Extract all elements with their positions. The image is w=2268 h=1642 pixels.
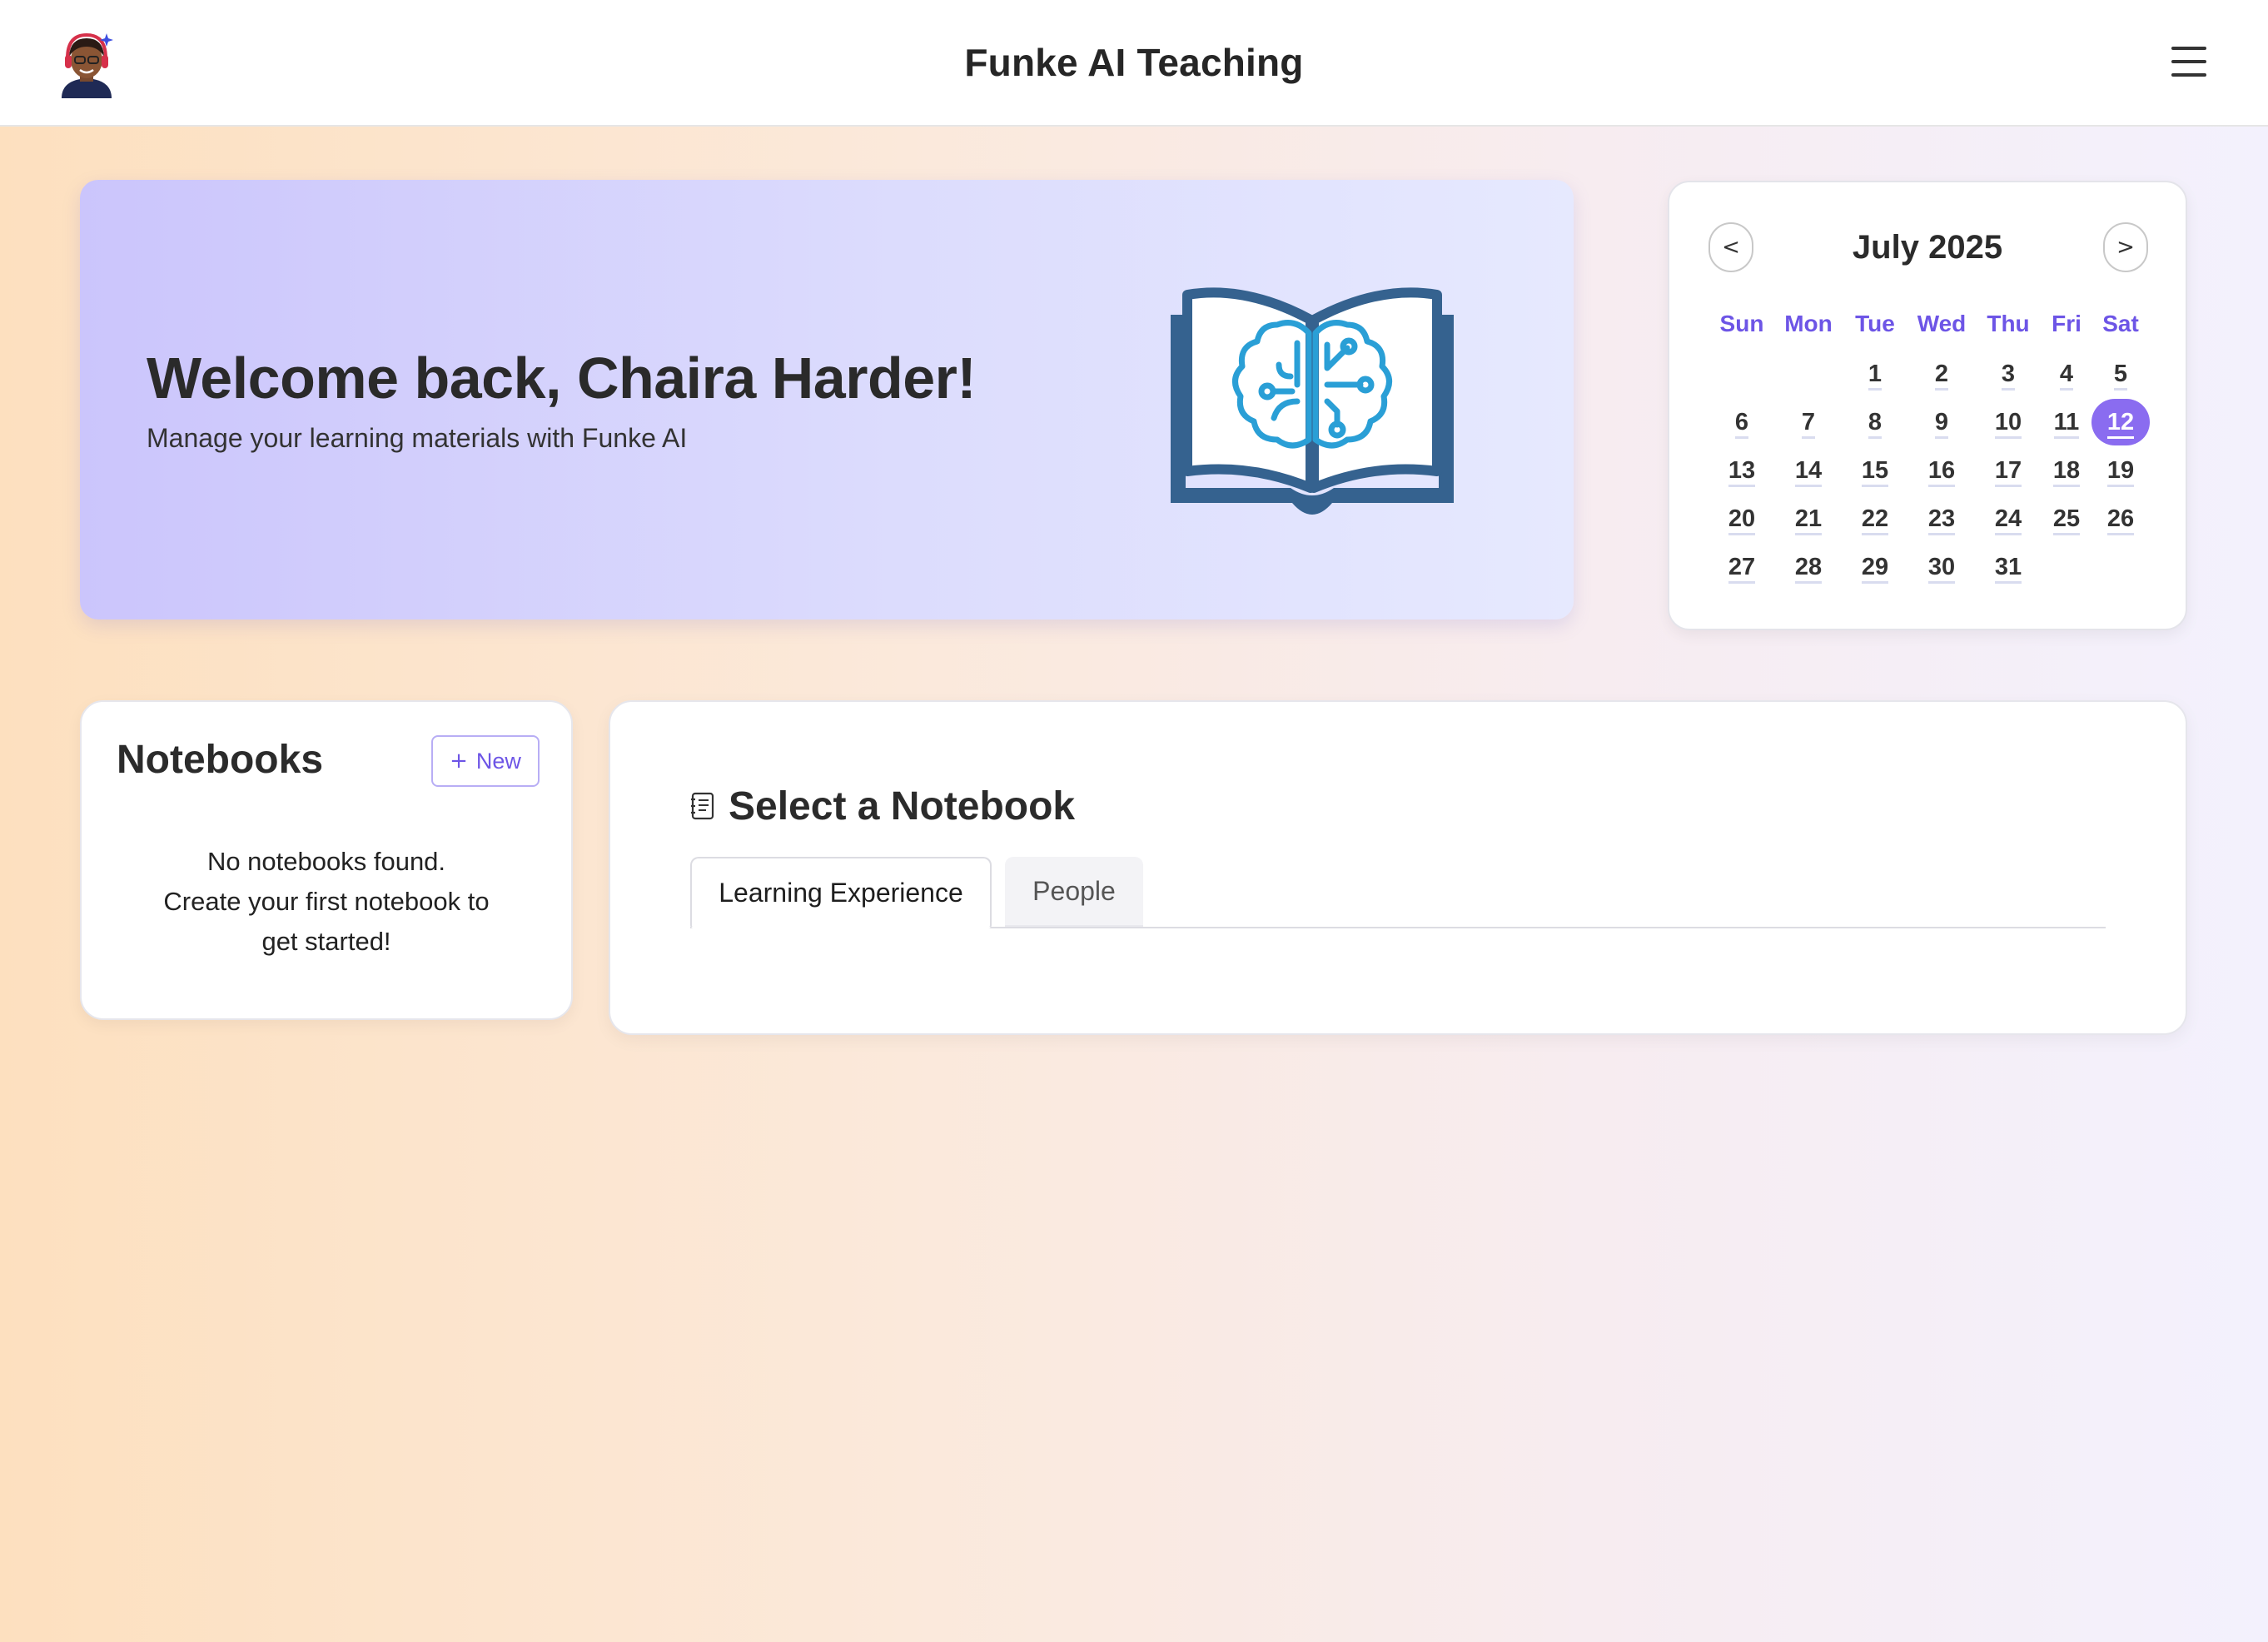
notebooks-title: Notebooks xyxy=(117,738,324,782)
calendar-day-label: 15 xyxy=(1861,456,1889,487)
calendar-day-label: 22 xyxy=(1861,505,1889,535)
calendar-day-label: 7 xyxy=(1801,408,1816,439)
calendar-day-15[interactable]: 15 xyxy=(1848,449,1902,492)
calendar-day-29[interactable]: 29 xyxy=(1848,545,1902,589)
calendar-day-label: 16 xyxy=(1927,456,1956,487)
calendar-day-1[interactable]: 1 xyxy=(1848,352,1902,396)
calendar-day-2[interactable]: 2 xyxy=(1915,352,1968,396)
notebook-icon xyxy=(690,792,715,820)
calendar-day-label: 9 xyxy=(1934,408,1949,439)
empty-message-line: No notebooks found. xyxy=(206,847,446,876)
top-header: Funke AI Teaching xyxy=(0,0,2268,127)
calendar-widget: < July 2025 > Sun Mon Tue Wed Thu Fri Sat 1 2 3 4 5… xyxy=(1668,181,2187,630)
calendar-day-13[interactable]: 13 xyxy=(1715,449,1768,492)
calendar-day-5[interactable]: 5 xyxy=(2094,352,2147,396)
book-brain-icon xyxy=(1171,285,1454,535)
calendar-day-label: 27 xyxy=(1728,553,1756,584)
calendar-day-16[interactable]: 16 xyxy=(1915,449,1968,492)
calendar-day-23[interactable]: 23 xyxy=(1915,497,1968,540)
tab-learning-experience[interactable]: Learning Experience xyxy=(690,857,992,928)
notebooks-empty-message: No notebooks found. Create your first no… xyxy=(98,842,555,962)
new-notebook-button[interactable]: + New xyxy=(431,735,540,787)
empty-message-line: Create your first notebook to xyxy=(163,887,490,916)
calendar-grid: Sun Mon Tue Wed Thu Fri Sat 1 2 3 4 5 6 7 8 9 10 11 12 13 14… xyxy=(1669,182,2186,629)
calendar-day-label: 23 xyxy=(1927,505,1956,535)
calendar-day-label: 21 xyxy=(1794,505,1823,535)
calendar-day-label: 19 xyxy=(2106,456,2135,487)
calendar-day-9[interactable]: 9 xyxy=(1915,401,1968,444)
calendar-day-label: 17 xyxy=(1994,456,2022,487)
hamburger-menu-icon[interactable] xyxy=(2171,47,2206,77)
calendar-day-7[interactable]: 7 xyxy=(1782,401,1835,444)
calendar-day-30[interactable]: 30 xyxy=(1915,545,1968,589)
app-title: Funke AI Teaching xyxy=(964,41,1304,84)
calendar-day-label: 14 xyxy=(1794,456,1823,487)
calendar-day-3[interactable]: 3 xyxy=(1982,352,2035,396)
calendar-day-14[interactable]: 14 xyxy=(1782,449,1835,492)
calendar-day-label: 5 xyxy=(2113,360,2128,391)
calendar-day-26[interactable]: 26 xyxy=(2094,497,2147,540)
calendar-day-label: 13 xyxy=(1728,456,1756,487)
calendar-day-8[interactable]: 8 xyxy=(1848,401,1902,444)
calendar-weekday-thu: Thu xyxy=(1987,311,2030,336)
calendar-day-label: 10 xyxy=(1994,408,2022,439)
calendar-weekday-mon: Mon xyxy=(1784,311,1833,336)
calendar-day-label: 26 xyxy=(2106,505,2135,535)
calendar-day-label: 8 xyxy=(1868,408,1883,439)
select-notebook-title: Select a Notebook xyxy=(729,784,1076,828)
calendar-day-19[interactable]: 19 xyxy=(2094,449,2147,492)
calendar-day-label: 2 xyxy=(1934,360,1949,391)
calendar-day-label: 28 xyxy=(1794,553,1823,584)
calendar-day-label: 4 xyxy=(2059,360,2074,391)
calendar-day-31[interactable]: 31 xyxy=(1982,545,2035,589)
calendar-day-10[interactable]: 10 xyxy=(1982,401,2035,444)
calendar-weekday-tue: Tue xyxy=(1855,311,1895,336)
tab-people[interactable]: People xyxy=(1005,857,1143,927)
calendar-day-label: 24 xyxy=(1994,505,2022,535)
welcome-banner: Welcome back, Chaira Harder! Manage your… xyxy=(80,180,1574,619)
new-notebook-label: New xyxy=(475,748,521,774)
calendar-day-12[interactable]: 12 xyxy=(2091,399,2150,445)
calendar-day-label: 18 xyxy=(2052,456,2081,487)
calendar-day-label: 11 xyxy=(2053,408,2080,439)
calendar-day-label: 29 xyxy=(1861,553,1889,584)
empty-message-line: get started! xyxy=(261,927,391,956)
calendar-day-label: 30 xyxy=(1927,553,1956,584)
notebooks-panel: Notebooks + New No notebooks found. Crea… xyxy=(80,700,573,1020)
notebook-detail-panel: Select a Notebook Learning Experience Pe… xyxy=(609,700,2187,1035)
calendar-day-label: 31 xyxy=(1994,553,2022,584)
calendar-day-label: 1 xyxy=(1868,360,1883,391)
calendar-day-11[interactable]: 11 xyxy=(2040,401,2093,444)
calendar-day-28[interactable]: 28 xyxy=(1782,545,1835,589)
calendar-day-label: 20 xyxy=(1728,505,1756,535)
calendar-day-25[interactable]: 25 xyxy=(2040,497,2093,540)
calendar-day-17[interactable]: 17 xyxy=(1982,449,2035,492)
calendar-day-22[interactable]: 22 xyxy=(1848,497,1902,540)
calendar-day-label: 12 xyxy=(2106,408,2135,439)
calendar-weekday-sat: Sat xyxy=(2102,311,2139,336)
welcome-subtitle: Manage your learning materials with Funk… xyxy=(147,423,688,453)
calendar-day-27[interactable]: 27 xyxy=(1715,545,1768,589)
calendar-day-20[interactable]: 20 xyxy=(1715,497,1768,540)
notebook-tabs: Learning Experience People xyxy=(690,857,2106,928)
calendar-weekday-sun: Sun xyxy=(1719,311,1764,336)
plus-icon: + xyxy=(450,749,468,774)
calendar-day-6[interactable]: 6 xyxy=(1715,401,1768,444)
welcome-title: Welcome back, Chaira Harder! xyxy=(147,346,977,410)
calendar-weekday-wed: Wed xyxy=(1917,311,1967,336)
calendar-day-label: 25 xyxy=(2052,505,2081,535)
calendar-day-18[interactable]: 18 xyxy=(2040,449,2093,492)
calendar-day-label: 6 xyxy=(1734,408,1749,439)
calendar-day-label: 3 xyxy=(2001,360,2016,391)
calendar-day-4[interactable]: 4 xyxy=(2040,352,2093,396)
calendar-day-24[interactable]: 24 xyxy=(1982,497,2035,540)
calendar-day-21[interactable]: 21 xyxy=(1782,497,1835,540)
